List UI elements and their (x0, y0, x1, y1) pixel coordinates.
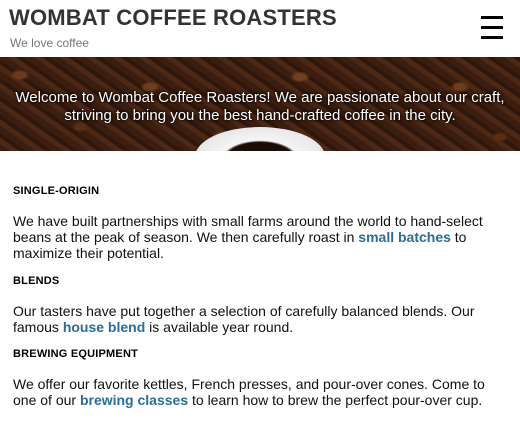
section-text-brewing-equipment: We offer our favorite kettles, French pr… (13, 376, 507, 408)
coffee-cup-image (195, 127, 325, 151)
section-heading-blends: BLENDS (13, 275, 60, 287)
text-fragment: to learn how to brew the perfect pour-ov… (188, 392, 483, 408)
section-text-single-origin: We have built partnerships with small fa… (13, 213, 507, 261)
hero-welcome-text: Welcome to Wombat Coffee Roasters! We ar… (15, 89, 505, 124)
section-text-blends: Our tasters have put together a selectio… (13, 303, 507, 335)
menu-bar (481, 26, 503, 29)
house-blend-link[interactable]: house blend (63, 319, 145, 335)
hamburger-menu-icon[interactable] (481, 16, 503, 40)
menu-bar (481, 36, 503, 39)
section-heading-brewing-equipment: BREWING EQUIPMENT (13, 348, 139, 360)
section-heading-single-origin: SINGLE-ORIGIN (13, 185, 100, 197)
main-content: SINGLE-ORIGIN We have built partnerships… (0, 151, 520, 408)
site-header: WOMBAT COFFEE ROASTERS We love coffee (0, 0, 520, 57)
site-title[interactable]: WOMBAT COFFEE ROASTERS (9, 5, 337, 31)
site-tagline: We love coffee (10, 36, 89, 50)
menu-bar (481, 16, 503, 19)
hero-banner: Welcome to Wombat Coffee Roasters! We ar… (0, 57, 520, 151)
brewing-classes-link[interactable]: brewing classes (80, 392, 188, 408)
small-batches-link[interactable]: small batches (358, 229, 451, 245)
text-fragment: is available year round. (145, 319, 294, 335)
